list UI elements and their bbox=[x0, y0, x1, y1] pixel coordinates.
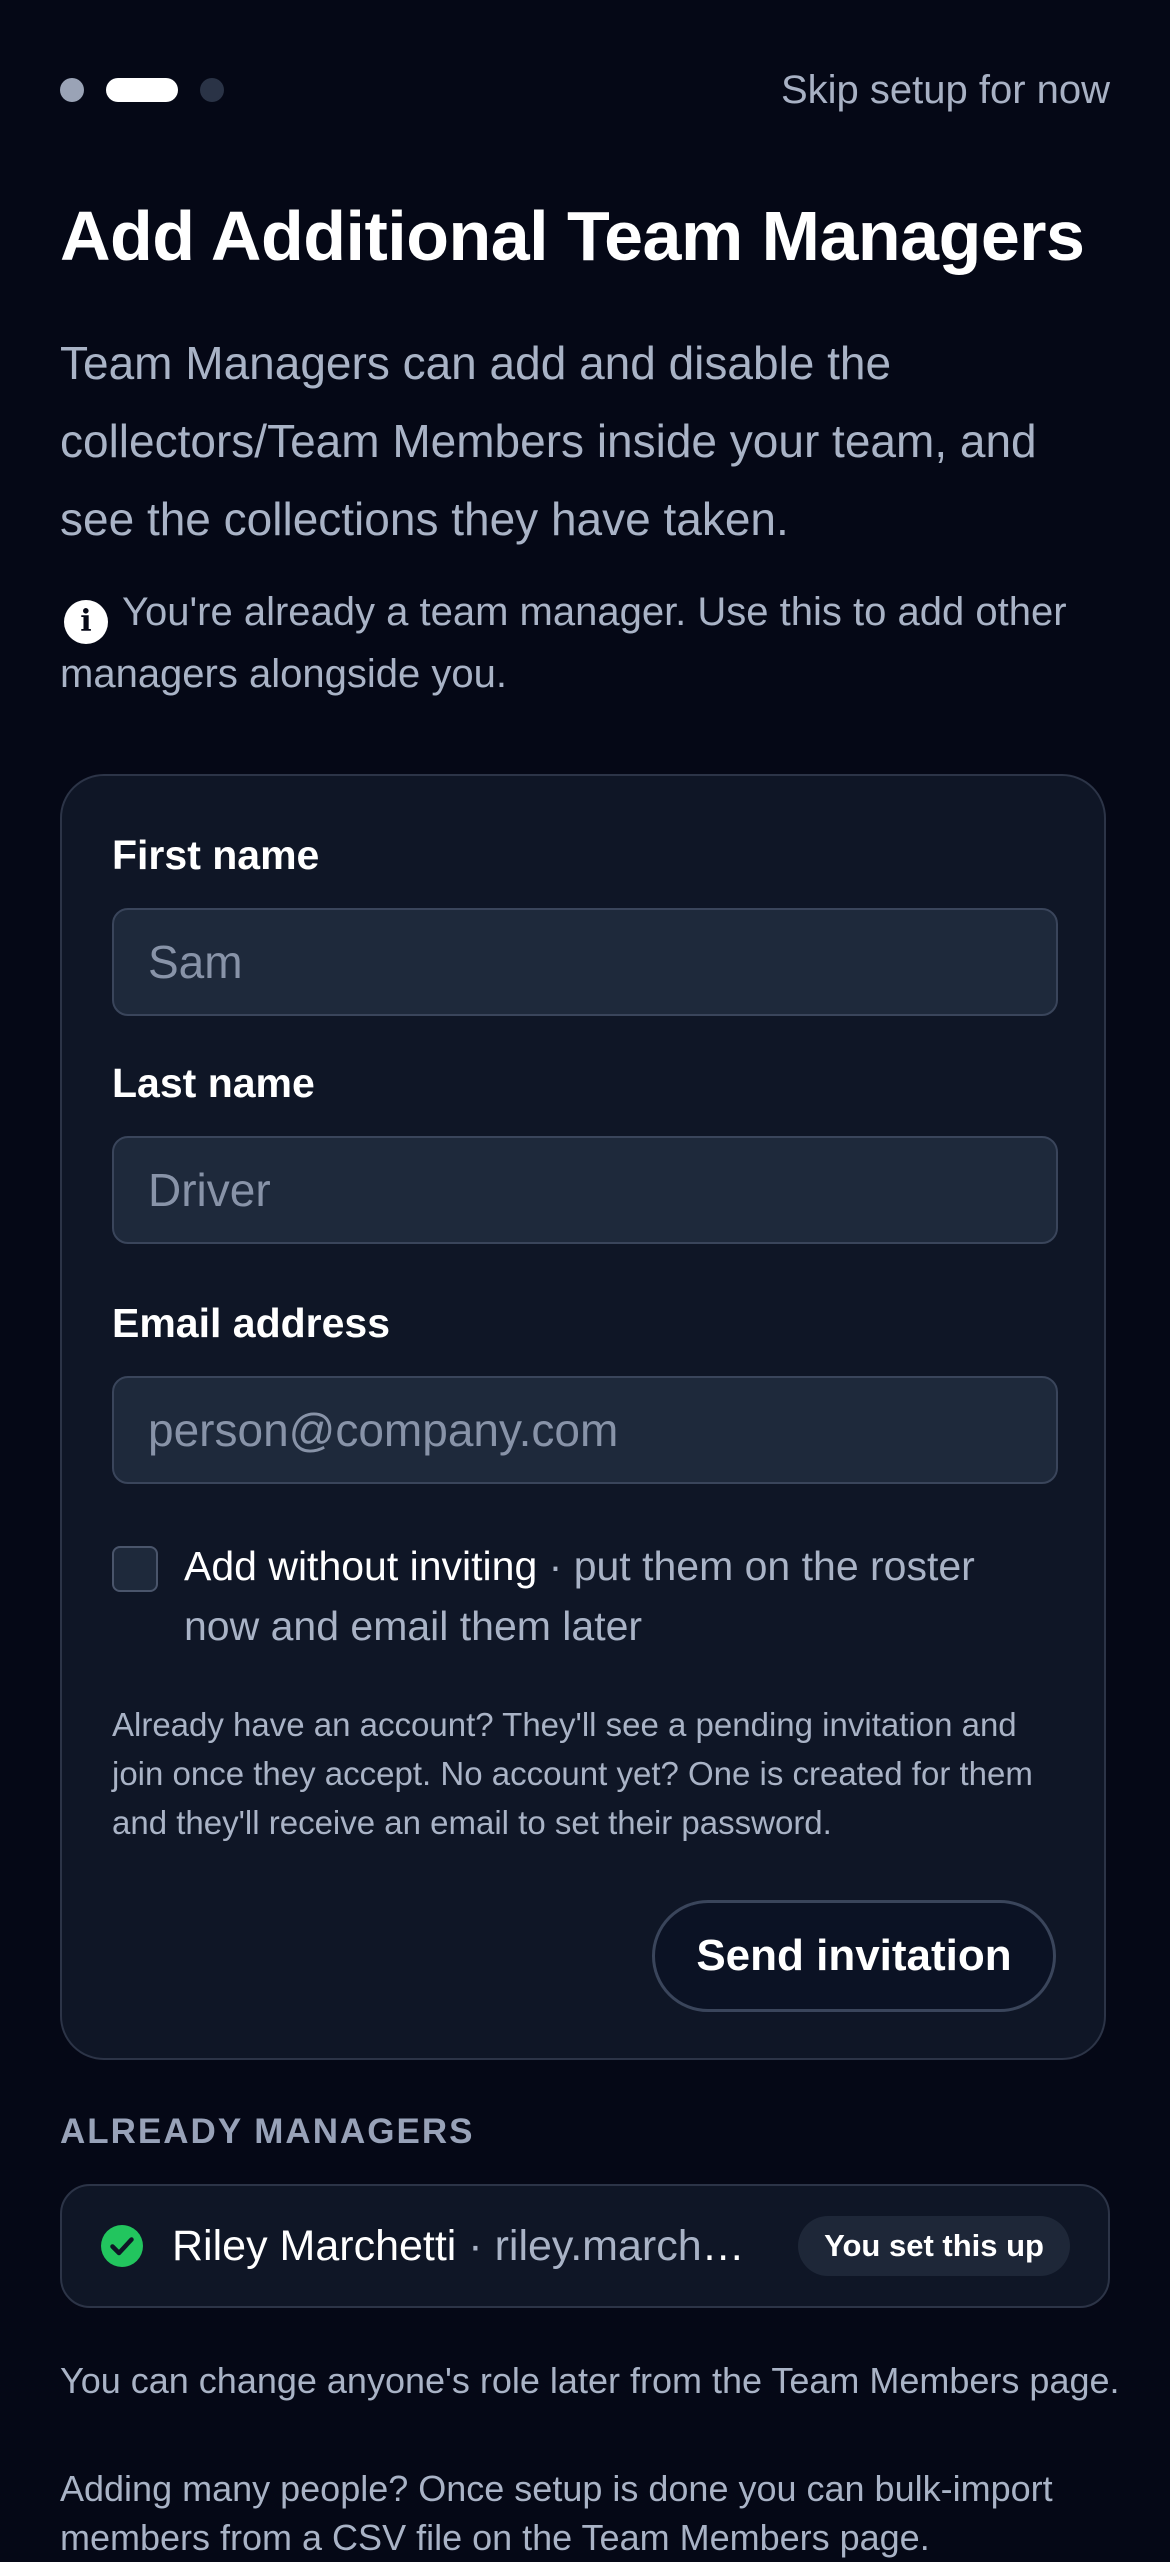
add-without-inviting-checkbox[interactable] bbox=[112, 1546, 158, 1592]
invitation-helper-text: Already have an account? They'll see a p… bbox=[112, 1706, 1033, 1841]
add-without-inviting-text: Add without inviting · put them on the r… bbox=[184, 1536, 1058, 1656]
option-separator: · bbox=[537, 1543, 574, 1589]
setup-header: Skip setup for now bbox=[60, 62, 1110, 118]
step-dot-upcoming bbox=[200, 78, 224, 102]
manager-email: riley.marche... bbox=[494, 2221, 759, 2270]
manager-details: Riley Marchetti · riley.marche... bbox=[172, 2222, 758, 2271]
step-dot-completed bbox=[60, 78, 84, 102]
already-managers-heading: ALREADY MANAGERS bbox=[60, 2112, 475, 2151]
email-input[interactable] bbox=[112, 1376, 1058, 1484]
page-title: Add Additional Team Managers bbox=[60, 197, 1085, 275]
owner-badge: You set this up bbox=[798, 2216, 1070, 2276]
manager-list-item: Riley Marchetti · riley.marche... You se… bbox=[60, 2184, 1110, 2308]
step-dot-current bbox=[106, 78, 178, 102]
manager-note-text: You're already a team manager. Use this … bbox=[60, 590, 1067, 696]
first-name-label: First name bbox=[112, 832, 320, 878]
role-change-note: You can change anyone's role later from … bbox=[60, 2360, 1120, 2401]
intro-text: Team Managers can add and disable the co… bbox=[60, 337, 1037, 545]
manager-name: Riley Marchetti bbox=[172, 2221, 457, 2270]
last-name-input[interactable] bbox=[112, 1136, 1058, 1244]
first-name-input[interactable] bbox=[112, 908, 1058, 1016]
bulk-import-note: Adding many people? Once setup is done y… bbox=[60, 2468, 1053, 2558]
send-invitation-button[interactable]: Send invitation bbox=[652, 1900, 1056, 2012]
manager-separator: · bbox=[456, 2221, 495, 2270]
info-icon: i bbox=[64, 600, 108, 644]
skip-setup-link[interactable]: Skip setup for now bbox=[781, 68, 1110, 113]
step-indicator bbox=[60, 78, 224, 102]
email-label: Email address bbox=[112, 1300, 391, 1346]
manager-note: i You're already a team manager. Use this… bbox=[60, 582, 1100, 704]
invite-manager-form: First name Last name Email address Add w… bbox=[60, 774, 1106, 2060]
add-without-inviting-label: Add without inviting bbox=[184, 1543, 538, 1589]
add-without-inviting-option[interactable]: Add without inviting · put them on the r… bbox=[112, 1536, 1058, 1656]
check-circle-icon bbox=[101, 2225, 143, 2267]
last-name-label: Last name bbox=[112, 1060, 315, 1106]
